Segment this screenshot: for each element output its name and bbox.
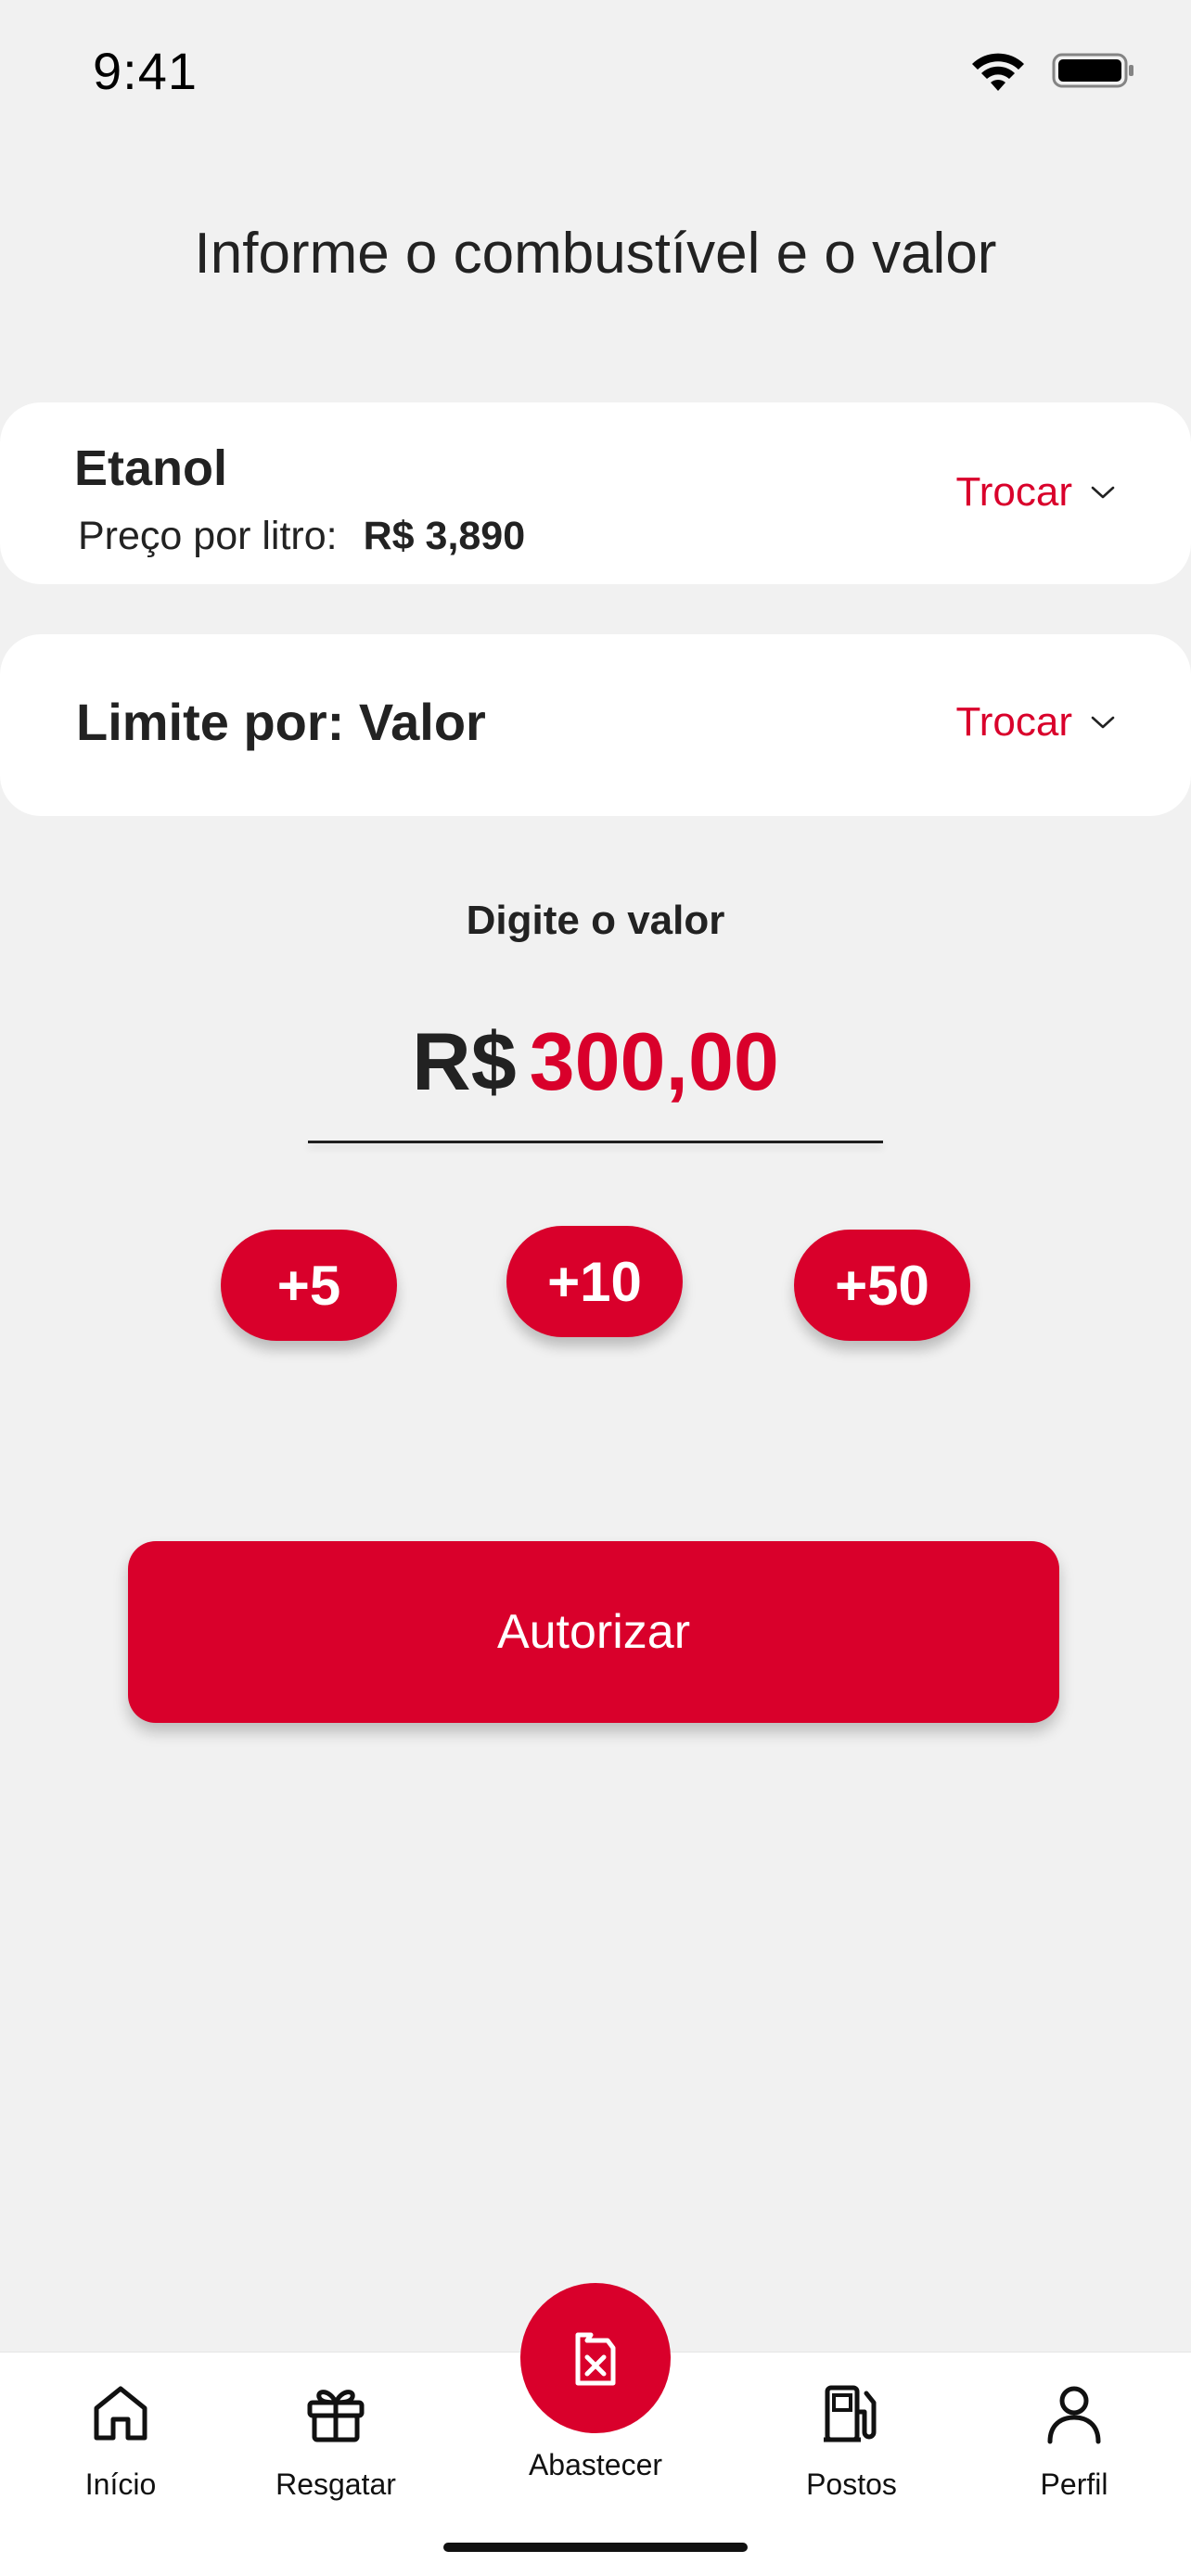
amount-currency: R$ bbox=[412, 1015, 517, 1107]
change-fuel-label: Trocar bbox=[955, 469, 1073, 515]
tab-perfil[interactable]: Perfil bbox=[972, 2380, 1176, 2502]
fuel-name: Etanol bbox=[74, 440, 228, 496]
tab-postos[interactable]: Postos bbox=[749, 2380, 954, 2502]
gift-icon bbox=[307, 2390, 365, 2442]
price-row: Preço por litro: R$ 3,890 bbox=[78, 514, 525, 559]
amount-underline bbox=[308, 1141, 883, 1143]
chevron-down-icon bbox=[1091, 716, 1115, 729]
value-caption: Digite o valor bbox=[466, 898, 725, 943]
battery-icon bbox=[1052, 53, 1133, 88]
add-50-button[interactable]: +50 bbox=[794, 1230, 970, 1341]
page-title: Informe o combustível e o valor bbox=[194, 222, 997, 286]
user-icon bbox=[1047, 2386, 1101, 2444]
add-5-button[interactable]: +5 bbox=[221, 1230, 397, 1341]
tab-inicio-label: Início bbox=[84, 2468, 157, 2501]
tab-abastecer-label: Abastecer bbox=[528, 2448, 663, 2481]
chevron-down-icon bbox=[1091, 486, 1115, 499]
add-10-button[interactable]: +10 bbox=[506, 1226, 683, 1337]
fuel-can-icon bbox=[575, 2332, 616, 2386]
tab-postos-label: Postos bbox=[806, 2468, 897, 2501]
fuel-card: Etanol Preço por litro: R$ 3,890 Trocar bbox=[0, 402, 1191, 584]
price-value: R$ 3,890 bbox=[363, 514, 526, 558]
tab-resgatar-label: Resgatar bbox=[275, 2468, 396, 2501]
gas-station-icon bbox=[824, 2385, 877, 2442]
home-indicator bbox=[443, 2543, 748, 2552]
change-fuel-button[interactable]: Trocar bbox=[956, 469, 1116, 516]
tab-perfil-label: Perfil bbox=[1040, 2468, 1108, 2501]
tab-abastecer[interactable]: Abastecer bbox=[484, 2283, 707, 2482]
fuel-value-screen: 9:41 Informe o combustível e o valor Eta… bbox=[0, 0, 1191, 2576]
tab-resgatar[interactable]: Resgatar bbox=[234, 2380, 438, 2502]
change-limit-button[interactable]: Trocar bbox=[956, 699, 1116, 746]
price-label: Preço por litro: bbox=[78, 514, 338, 558]
amount-input[interactable]: R$ 300,00 bbox=[0, 1014, 1191, 1109]
status-time: 9:41 bbox=[93, 42, 198, 100]
abastecer-fab[interactable] bbox=[520, 2283, 671, 2433]
change-limit-label: Trocar bbox=[955, 699, 1073, 745]
limit-type-label: Limite por: Valor bbox=[76, 693, 486, 751]
limit-card: Limite por: Valor Trocar bbox=[0, 634, 1191, 816]
tab-inicio[interactable]: Início bbox=[19, 2380, 223, 2502]
home-icon bbox=[94, 2386, 147, 2441]
amount-value: 300,00 bbox=[529, 1015, 779, 1107]
authorize-button[interactable]: Autorizar bbox=[128, 1541, 1059, 1723]
wifi-icon bbox=[972, 53, 1024, 91]
